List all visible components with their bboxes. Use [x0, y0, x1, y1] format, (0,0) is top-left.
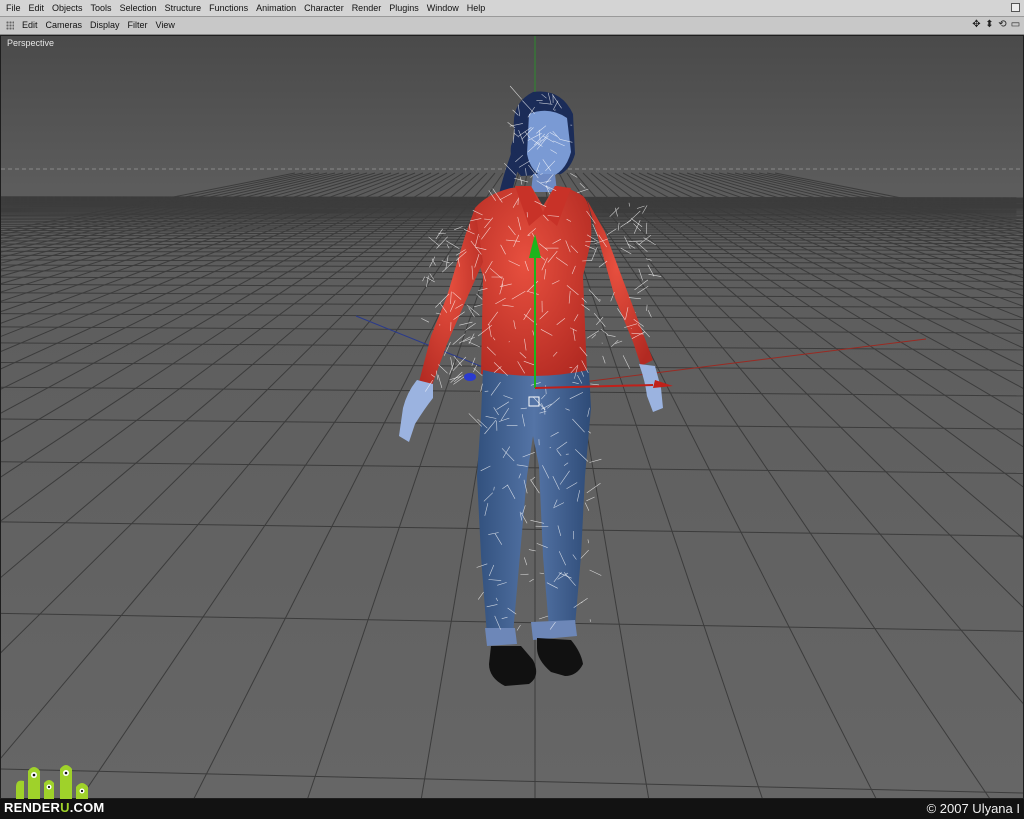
menu-tools[interactable]: Tools — [87, 0, 116, 16]
viewport-menu-cameras[interactable]: Cameras — [42, 17, 87, 34]
menu-plugins[interactable]: Plugins — [385, 0, 423, 16]
brand-suffix: .COM — [69, 800, 105, 815]
menu-render[interactable]: Render — [348, 0, 386, 16]
viewport-menubar: Edit Cameras Display Filter View ✥ ⬍ ⟲ ▭ — [0, 17, 1024, 35]
renderu-mascot-icon — [16, 765, 88, 799]
brand-prefix: RENDER — [4, 800, 61, 815]
main-menubar: File Edit Objects Tools Selection Struct… — [0, 0, 1024, 17]
watermark-footer: RENDERU.COM © 2007 Ulyana I — [0, 799, 1024, 819]
viewport-menu-display[interactable]: Display — [86, 17, 124, 34]
maximize-view-icon[interactable]: ▭ — [1010, 19, 1021, 31]
menu-objects[interactable]: Objects — [48, 0, 87, 16]
copyright-text: © 2007 Ulyana I — [926, 801, 1020, 816]
viewport-menu-filter[interactable]: Filter — [124, 17, 152, 34]
viewbar-grip-icon[interactable] — [6, 21, 14, 30]
menu-window[interactable]: Window — [423, 0, 463, 16]
move-view-icon[interactable]: ✥ — [971, 19, 982, 31]
viewport-label: Perspective — [7, 38, 55, 48]
main-menu-list: File Edit Objects Tools Selection Struct… — [2, 0, 489, 16]
menu-edit[interactable]: Edit — [25, 0, 49, 16]
renderu-logo — [16, 765, 88, 799]
viewport-menu-view[interactable]: View — [152, 17, 179, 34]
menu-structure[interactable]: Structure — [161, 0, 206, 16]
brand-u: U — [60, 800, 70, 815]
viewport-canvas — [1, 36, 1023, 798]
menu-animation[interactable]: Animation — [252, 0, 300, 16]
viewport-nav-icons: ✥ ⬍ ⟲ ▭ — [971, 19, 1021, 32]
window-layout-button[interactable] — [1011, 3, 1020, 12]
brand-text: RENDERU.COM — [4, 800, 104, 815]
menu-functions[interactable]: Functions — [205, 0, 252, 16]
perspective-viewport[interactable]: Perspective — [0, 35, 1024, 799]
menu-help[interactable]: Help — [463, 0, 490, 16]
menu-character[interactable]: Character — [300, 0, 348, 16]
rotate-view-icon[interactable]: ⟲ — [997, 19, 1008, 31]
dolly-view-icon[interactable]: ⬍ — [984, 19, 995, 31]
z-axis-handle — [464, 373, 476, 381]
menu-selection[interactable]: Selection — [116, 0, 161, 16]
viewport-menu-edit[interactable]: Edit — [18, 17, 42, 34]
model-left-cuff — [485, 628, 517, 646]
menu-file[interactable]: File — [2, 0, 25, 16]
viewport-menu-list: Edit Cameras Display Filter View — [18, 17, 179, 34]
